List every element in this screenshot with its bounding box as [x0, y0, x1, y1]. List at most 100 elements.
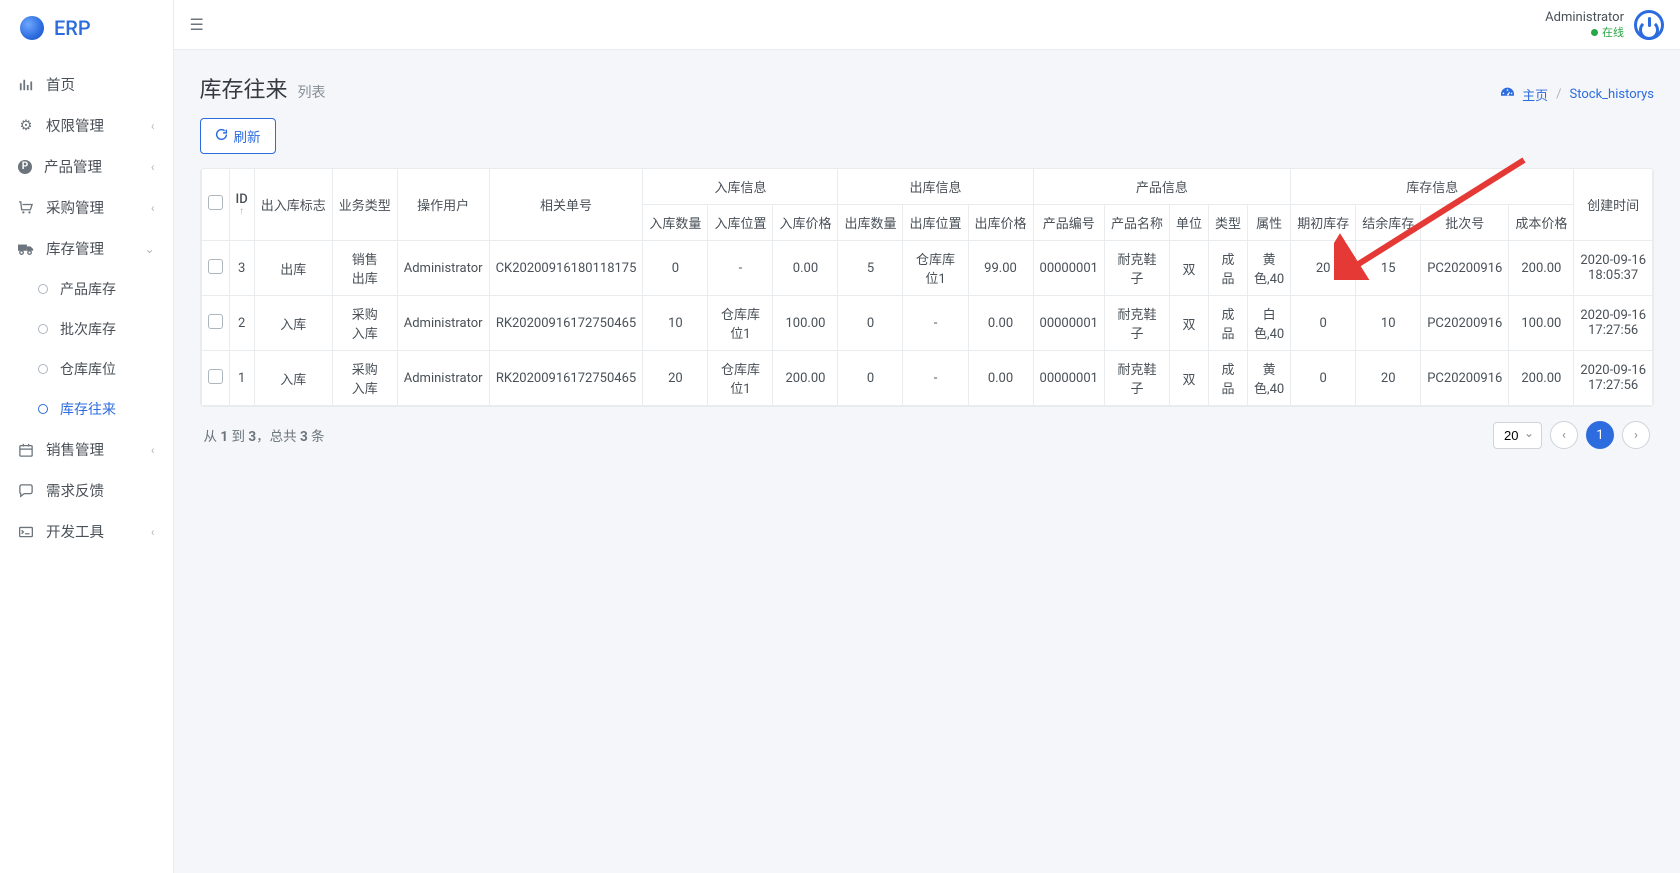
cell-cost_price: 200.00: [1509, 241, 1574, 296]
col-unit[interactable]: 单位: [1169, 205, 1208, 241]
cell-end_stock: 20: [1356, 351, 1421, 406]
cell-prod_name: 耐克鞋子: [1104, 241, 1169, 296]
col-group-out: 出库信息: [838, 169, 1033, 205]
prev-page-button[interactable]: ‹: [1550, 421, 1578, 449]
col-cost-price[interactable]: 成本价格: [1509, 205, 1574, 241]
bullet-icon: [38, 404, 48, 414]
cell-batch_no: PC20200916: [1421, 351, 1509, 406]
table-row[interactable]: 2入库采购入库AdministratorRK202009161727504651…: [201, 296, 1652, 351]
sidebar-item-devtools[interactable]: 开发工具 ‹: [0, 511, 173, 552]
table-row[interactable]: 3出库销售出库AdministratorCK202009161801181750…: [201, 241, 1652, 296]
cell-biz_type: 销售出库: [332, 241, 397, 296]
sidebar-item-home[interactable]: 首页: [0, 64, 173, 105]
breadcrumb: 主页 / Stock_historys: [1501, 85, 1654, 104]
sidebar-item-label: 仓库库位: [60, 359, 116, 379]
row-checkbox[interactable]: [208, 369, 223, 384]
sidebar-item-permissions[interactable]: ⚙ 权限管理 ‹: [0, 105, 173, 146]
col-prod-name[interactable]: 产品名称: [1104, 205, 1169, 241]
sidebar-item-label: 批次库存: [60, 319, 116, 339]
cell-prod_name: 耐克鞋子: [1104, 351, 1169, 406]
cell-begin_stock: 0: [1291, 351, 1356, 406]
content: 库存往来 列表 主页 / Stock_historys 刷新: [174, 50, 1680, 873]
sidebar-item-inventory[interactable]: 库存管理 ⌄: [0, 228, 173, 269]
table-row[interactable]: 1入库采购入库AdministratorRK202009161727504652…: [201, 351, 1652, 406]
col-attr[interactable]: 属性: [1248, 205, 1291, 241]
row-checkbox[interactable]: [208, 314, 223, 329]
chat-icon: [18, 483, 34, 499]
cell-io_flag: 入库: [254, 351, 332, 406]
col-group-in: 入库信息: [643, 169, 838, 205]
cell-type: 成品: [1209, 241, 1248, 296]
col-in-loc[interactable]: 入库位置: [708, 205, 773, 241]
col-in-qty[interactable]: 入库数量: [643, 205, 708, 241]
col-related-no[interactable]: 相关单号: [489, 169, 643, 241]
col-out-qty[interactable]: 出库数量: [838, 205, 903, 241]
cell-out_loc: -: [903, 296, 968, 351]
bullet-icon: [38, 364, 48, 374]
power-icon[interactable]: [1634, 10, 1664, 40]
col-id[interactable]: ID ↑: [229, 169, 254, 241]
breadcrumb-home[interactable]: 主页: [1522, 85, 1548, 104]
checkbox-all[interactable]: [208, 195, 223, 210]
cell-cost_price: 200.00: [1509, 351, 1574, 406]
cell-created: 2020-09-1618:05:37: [1574, 241, 1653, 296]
col-group-stock: 库存信息: [1291, 169, 1574, 205]
sidebar-item-batch-stock[interactable]: 批次库存: [0, 309, 173, 349]
col-prod-code[interactable]: 产品编号: [1033, 205, 1104, 241]
main: ☰ Administrator 在线 库存往来 列表 主页 / Stock_hi…: [174, 0, 1680, 873]
sidebar-item-feedback[interactable]: 需求反馈: [0, 470, 173, 511]
cell-in_price: 0.00: [773, 241, 838, 296]
sidebar-item-stock-history[interactable]: 库存往来: [0, 389, 173, 429]
cell-io_flag: 入库: [254, 296, 332, 351]
sidebar-item-purchase[interactable]: 采购管理 ‹: [0, 187, 173, 228]
col-out-price[interactable]: 出库价格: [968, 205, 1033, 241]
cell-batch_no: PC20200916: [1421, 296, 1509, 351]
col-out-loc[interactable]: 出库位置: [903, 205, 968, 241]
cell-prod_code: 00000001: [1033, 351, 1104, 406]
col-type[interactable]: 类型: [1209, 205, 1248, 241]
col-created[interactable]: 创建时间: [1574, 169, 1653, 241]
cell-out_qty: 0: [838, 296, 903, 351]
p-icon: P: [18, 160, 32, 174]
refresh-button[interactable]: 刷新: [200, 118, 276, 154]
cell-type: 成品: [1209, 351, 1248, 406]
cell-related_no: CK20200916180118175: [489, 241, 643, 296]
cell-operator: Administrator: [397, 351, 489, 406]
chevron-left-icon: ‹: [151, 443, 155, 457]
col-batch-no[interactable]: 批次号: [1421, 205, 1509, 241]
col-end-stock[interactable]: 结余库存: [1356, 205, 1421, 241]
cell-created: 2020-09-1617:27:56: [1574, 296, 1653, 351]
page-size-select[interactable]: 20: [1493, 422, 1542, 449]
cell-attr: 黄色,40: [1248, 351, 1291, 406]
page-1-button[interactable]: 1: [1586, 421, 1614, 449]
sidebar-item-label: 产品库存: [60, 279, 116, 299]
next-page-button[interactable]: ›: [1622, 421, 1650, 449]
chevron-left-icon: ‹: [151, 201, 155, 215]
col-operator[interactable]: 操作用户: [397, 169, 489, 241]
chevron-left-icon: ‹: [151, 525, 155, 539]
sidebar-item-products[interactable]: P 产品管理 ‹: [0, 146, 173, 187]
page-head: 库存往来 列表 主页 / Stock_historys: [200, 72, 1654, 104]
cell-end_stock: 15: [1356, 241, 1421, 296]
cell-in_qty: 0: [643, 241, 708, 296]
user-status: 在线: [1545, 26, 1624, 39]
cell-out_qty: 5: [838, 241, 903, 296]
col-biz-type[interactable]: 业务类型: [332, 169, 397, 241]
pager: 20 ‹ 1 ›: [1493, 421, 1650, 449]
sidebar-item-warehouse-loc[interactable]: 仓库库位: [0, 349, 173, 389]
col-begin-stock[interactable]: 期初库存: [1291, 205, 1356, 241]
user-meta[interactable]: Administrator 在线: [1545, 10, 1624, 39]
cell-out_loc: 仓库库位1: [903, 241, 968, 296]
col-in-price[interactable]: 入库价格: [773, 205, 838, 241]
sidebar-item-product-stock[interactable]: 产品库存: [0, 269, 173, 309]
sidebar-item-sales[interactable]: 销售管理 ‹: [0, 429, 173, 470]
breadcrumb-current[interactable]: Stock_historys: [1570, 87, 1654, 102]
col-io-flag[interactable]: 出入库标志: [254, 169, 332, 241]
cell-end_stock: 10: [1356, 296, 1421, 351]
cell-out_price: 99.00: [968, 241, 1033, 296]
calendar-icon: [18, 442, 34, 458]
cell-prod_name: 耐克鞋子: [1104, 296, 1169, 351]
row-checkbox[interactable]: [208, 259, 223, 274]
hamburger-icon[interactable]: ☰: [190, 15, 204, 34]
brand-logo-icon: [20, 16, 44, 40]
